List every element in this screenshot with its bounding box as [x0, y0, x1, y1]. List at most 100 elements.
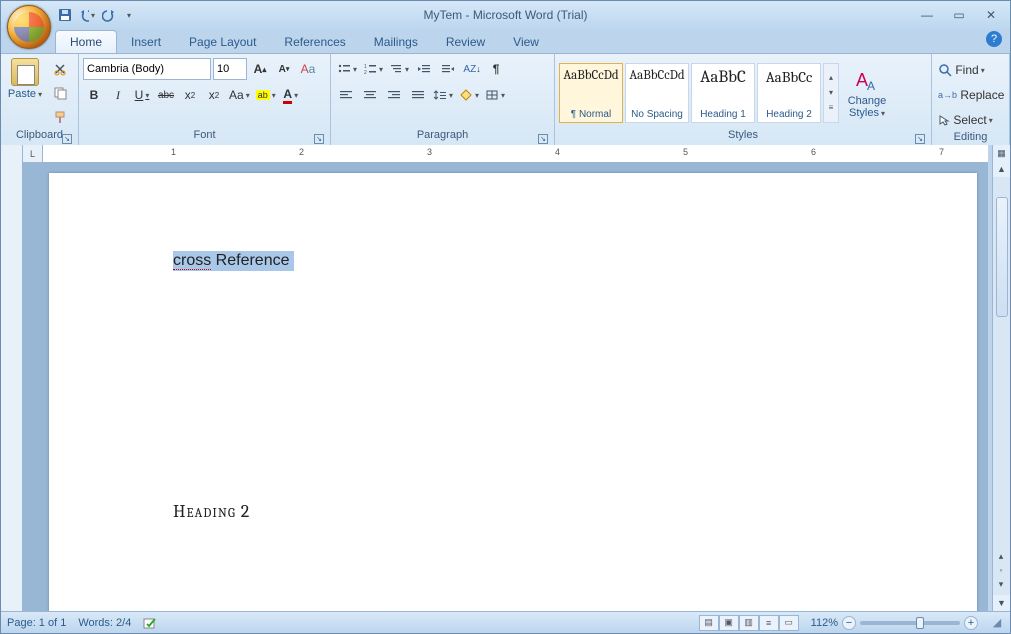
- paste-button[interactable]: Paste: [5, 56, 45, 100]
- ruler-ticks: 1 2 3 4 5 6 7: [43, 145, 988, 162]
- sort-button[interactable]: AZ↓: [461, 58, 483, 80]
- clipboard-launcher[interactable]: ↘: [62, 134, 72, 144]
- multilevel-button[interactable]: [387, 58, 411, 80]
- style-gallery-more[interactable]: ▴▾≡: [823, 63, 839, 123]
- outline-view[interactable]: ≡: [759, 615, 779, 631]
- underline-button[interactable]: U: [131, 84, 153, 106]
- selected-text[interactable]: cross Reference: [173, 251, 294, 271]
- subscript-button[interactable]: x2: [179, 84, 201, 106]
- font-family-combo[interactable]: [83, 58, 211, 80]
- title-bar: MyTem - Microsoft Word (Trial) ― ▭ ✕: [1, 1, 1010, 29]
- increase-indent-button[interactable]: [437, 58, 459, 80]
- bold-button[interactable]: B: [83, 84, 105, 106]
- cut-button[interactable]: [49, 58, 71, 80]
- editing-label: Editing: [936, 131, 1005, 145]
- tab-insert[interactable]: Insert: [117, 31, 175, 53]
- paste-label: Paste: [8, 88, 42, 100]
- style-gallery: AaBbCcDd¶ Normal AaBbCcDdNo Spacing AaBb…: [559, 63, 839, 123]
- font-color-button[interactable]: A: [280, 84, 302, 106]
- group-styles: AaBbCcDd¶ Normal AaBbCcDdNo Spacing AaBb…: [555, 54, 932, 145]
- superscript-button[interactable]: x2: [203, 84, 225, 106]
- save-icon[interactable]: [57, 7, 73, 23]
- vertical-ruler[interactable]: [1, 145, 23, 611]
- proofing-icon[interactable]: [143, 616, 157, 630]
- heading-2-text[interactable]: Heading 2: [173, 501, 881, 522]
- zoom-out-button[interactable]: −: [842, 616, 856, 630]
- align-center-button[interactable]: [359, 84, 381, 106]
- find-button[interactable]: Find: [936, 59, 1005, 81]
- highlight-button[interactable]: ab: [254, 84, 278, 106]
- copy-button[interactable]: [49, 82, 71, 104]
- paragraph-launcher[interactable]: ↘: [538, 134, 548, 144]
- tab-mailings[interactable]: Mailings: [360, 31, 432, 53]
- paragraph-label: Paragraph↘: [335, 129, 550, 145]
- replace-button[interactable]: a→b Replace: [936, 84, 1005, 106]
- decrease-indent-button[interactable]: [413, 58, 435, 80]
- style-heading2[interactable]: AaBbCcHeading 2: [757, 63, 821, 123]
- scroll-thumb[interactable]: [996, 197, 1008, 317]
- align-right-button[interactable]: [383, 84, 405, 106]
- zoom-in-button[interactable]: +: [964, 616, 978, 630]
- redo-icon[interactable]: [101, 7, 117, 23]
- tab-home[interactable]: Home: [55, 30, 117, 53]
- horizontal-ruler[interactable]: L 1 2 3 4 5 6 7: [23, 145, 988, 163]
- office-button[interactable]: [7, 5, 51, 49]
- zoom-slider[interactable]: [860, 621, 960, 625]
- undo-icon[interactable]: [79, 7, 95, 23]
- justify-button[interactable]: [407, 84, 429, 106]
- draft-view[interactable]: ▭: [779, 615, 799, 631]
- format-painter-button[interactable]: [49, 106, 71, 128]
- tab-page-layout[interactable]: Page Layout: [175, 31, 270, 53]
- full-screen-view[interactable]: ▣: [719, 615, 739, 631]
- borders-button[interactable]: [483, 84, 507, 106]
- tab-references[interactable]: References: [270, 31, 359, 53]
- show-marks-button[interactable]: ¶: [485, 58, 507, 80]
- tab-selector[interactable]: L: [23, 145, 43, 163]
- qat-customize-icon[interactable]: [123, 7, 133, 23]
- minimize-button[interactable]: ―: [916, 7, 938, 23]
- web-layout-view[interactable]: ▥: [739, 615, 759, 631]
- align-left-button[interactable]: [335, 84, 357, 106]
- numbering-button[interactable]: 12: [361, 58, 385, 80]
- font-launcher[interactable]: ↘: [314, 134, 324, 144]
- vertical-scrollbar[interactable]: ▦ ▲ ▼ ▴ ◦ ▾: [992, 145, 1010, 611]
- strike-button[interactable]: abc: [155, 84, 177, 106]
- help-icon[interactable]: ?: [986, 31, 1002, 47]
- select-button[interactable]: Select: [936, 109, 1005, 131]
- zoom-percent[interactable]: 112%: [811, 617, 838, 629]
- bullets-button[interactable]: [335, 58, 359, 80]
- maximize-button[interactable]: ▭: [948, 7, 970, 23]
- resize-grip-icon[interactable]: ◢: [990, 616, 1004, 629]
- group-clipboard: Paste Clipboard↘: [1, 54, 79, 145]
- tab-view[interactable]: View: [499, 31, 553, 53]
- page[interactable]: cross Reference Heading 2: [49, 173, 977, 611]
- line-spacing-button[interactable]: [431, 84, 455, 106]
- change-styles-button[interactable]: AA Change Styles: [843, 66, 891, 119]
- select-browse-button[interactable]: ◦: [994, 565, 1008, 577]
- close-button[interactable]: ✕: [980, 7, 1002, 23]
- status-words[interactable]: Words: 2/4: [78, 617, 131, 629]
- style-normal[interactable]: AaBbCcDd¶ Normal: [559, 63, 623, 123]
- status-page[interactable]: Page: 1 of 1: [7, 617, 66, 629]
- next-page-button[interactable]: ▾: [994, 579, 1008, 591]
- style-no-spacing[interactable]: AaBbCcDdNo Spacing: [625, 63, 689, 123]
- font-size-combo[interactable]: [213, 58, 247, 80]
- svg-text:A: A: [867, 79, 875, 93]
- page-content[interactable]: cross Reference Heading 2: [173, 251, 881, 522]
- clear-format-button[interactable]: Aa: [297, 58, 319, 80]
- print-layout-view[interactable]: ▤: [699, 615, 719, 631]
- shrink-font-button[interactable]: A▾: [273, 58, 295, 80]
- scroll-up-button[interactable]: ▲: [993, 161, 1010, 177]
- document-viewport[interactable]: cross Reference Heading 2: [23, 163, 988, 611]
- grow-font-button[interactable]: A▴: [249, 58, 271, 80]
- tab-review[interactable]: Review: [432, 31, 499, 53]
- shading-button[interactable]: [457, 84, 481, 106]
- zoom-knob[interactable]: [916, 617, 924, 629]
- change-case-button[interactable]: Aa: [227, 84, 252, 106]
- italic-button[interactable]: I: [107, 84, 129, 106]
- style-heading1[interactable]: AaBbCHeading 1: [691, 63, 755, 123]
- ruler-toggle-icon[interactable]: ▦: [993, 145, 1010, 161]
- prev-page-button[interactable]: ▴: [994, 551, 1008, 563]
- scroll-down-button[interactable]: ▼: [993, 595, 1010, 611]
- styles-launcher[interactable]: ↘: [915, 134, 925, 144]
